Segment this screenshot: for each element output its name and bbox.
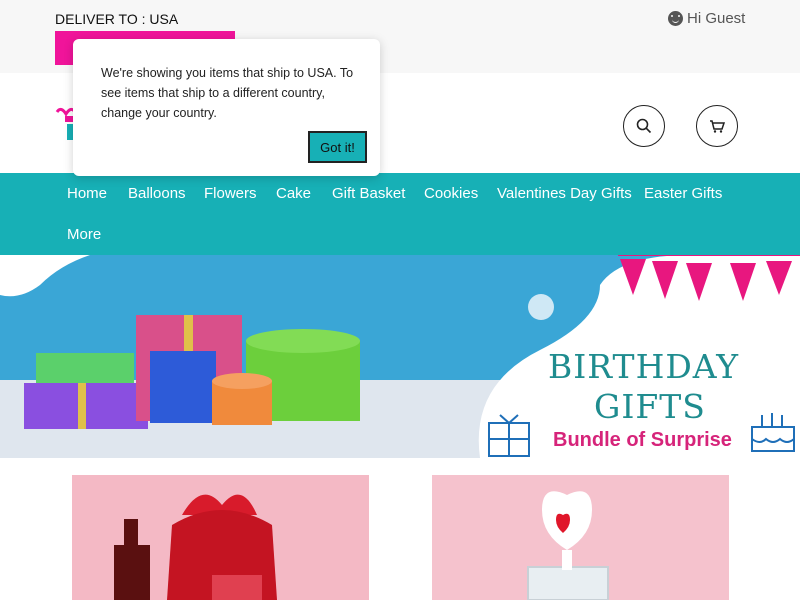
ship-country-popup: We're showing you items that ship to USA… [73, 39, 380, 176]
nav-item-cookies[interactable]: Cookies [424, 185, 478, 202]
heart-jar-image [432, 475, 729, 600]
nav-item-gift-basket[interactable]: Gift Basket [332, 185, 405, 202]
nav-item-flowers[interactable]: Flowers [204, 185, 257, 202]
user-greeting[interactable]: Hi Guest [668, 10, 745, 27]
banner-title-line2: GIFTS [594, 387, 706, 426]
nav-item-more[interactable]: More [67, 226, 101, 243]
banner-subtitle: Bundle of Surprise [553, 429, 732, 451]
greeting-text: Hi Guest [687, 10, 746, 27]
gift-basket-image [72, 475, 369, 600]
nav-item-cake[interactable]: Cake [276, 185, 311, 202]
got-it-button[interactable]: Got it! [308, 131, 367, 163]
product-card[interactable] [72, 475, 369, 600]
nav-item-balloons[interactable]: Balloons [128, 185, 186, 202]
cart-button[interactable] [696, 105, 738, 147]
hero-banner[interactable]: BIRTHDAY GIFTS Bundle of Surprise [0, 255, 800, 458]
search-icon [636, 118, 652, 134]
cart-icon [710, 120, 725, 133]
nav-item-easter-gifts[interactable]: Easter Gifts [644, 185, 722, 202]
smiley-icon [668, 11, 683, 26]
product-card[interactable] [432, 475, 729, 600]
banner-title-line1: BIRTHDAY [548, 347, 740, 386]
nav-item-valentines-day-gifts[interactable]: Valentines Day Gifts [497, 185, 632, 202]
deliver-to-label: DELIVER TO : USA [55, 11, 179, 27]
popup-message: We're showing you items that ship to USA… [101, 66, 354, 120]
nav-item-home[interactable]: Home [67, 185, 107, 202]
search-button[interactable] [623, 105, 665, 147]
